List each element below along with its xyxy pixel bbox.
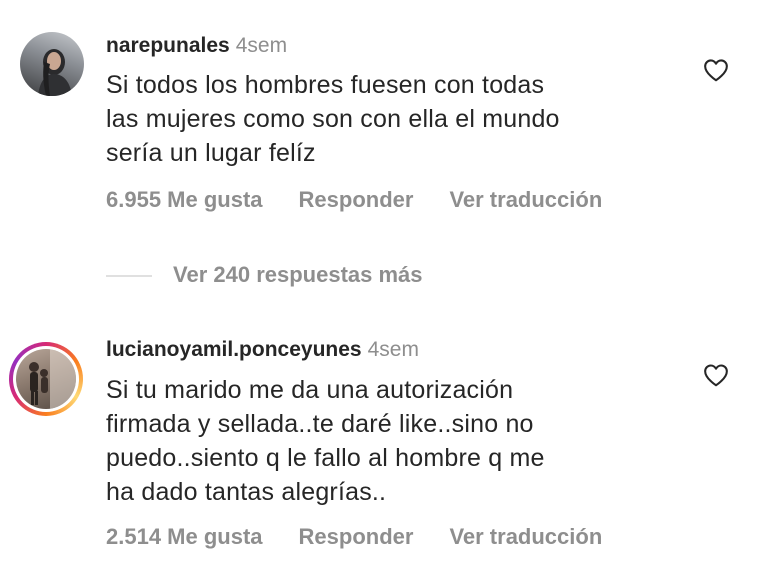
reply-button[interactable]: Responder [299, 524, 414, 550]
comment-actions: 2.514 Me gusta Responder Ver traducción [106, 524, 602, 550]
heart-outline-icon[interactable] [703, 58, 729, 82]
likes-count[interactable]: 6.955 Me gusta [106, 187, 263, 213]
comment-text-line: sería un lugar felíz [106, 139, 316, 167]
comment-text: Si todos los hombres fuesen con todas la… [106, 68, 666, 170]
comment-text-line: las mujeres como son con ella el mundo [106, 105, 560, 133]
comment-actions: 6.955 Me gusta Responder Ver traducción [106, 187, 602, 213]
translate-button[interactable]: Ver traducción [449, 187, 602, 213]
comment-header: narepunales 4sem [106, 34, 287, 58]
user-avatar-story-ring[interactable] [9, 342, 83, 416]
comment-text: Si tu marido me da una autorización firm… [106, 373, 666, 509]
comment-text-line: puedo..siento q le fallo al hombre q me [106, 444, 545, 472]
reply-button[interactable]: Responder [299, 187, 414, 213]
view-replies-label: Ver 240 respuestas más [173, 262, 423, 287]
comment-header: lucianoyamil.ponceyunes 4sem [106, 338, 419, 362]
replies-divider [106, 275, 152, 277]
avatar-photo [16, 349, 76, 409]
heart-outline-icon[interactable] [703, 363, 729, 387]
comment-text-line: Si tu marido me da una autorización [106, 376, 514, 404]
avatar-figures [29, 349, 76, 409]
likes-count[interactable]: 2.514 Me gusta [106, 524, 263, 550]
comment-text-line: Si todos los hombres fuesen con todas [106, 71, 545, 99]
comment-text-line: ha dado tantas alegrías.. [106, 478, 387, 506]
comment-time: 4sem [367, 338, 419, 361]
username-link[interactable]: narepunales [106, 34, 230, 57]
avatar-photo [38, 49, 72, 96]
user-avatar[interactable] [20, 32, 84, 96]
translate-button[interactable]: Ver traducción [449, 524, 602, 550]
comment-text-line: firmada y sellada..te daré like..sino no [106, 410, 534, 438]
username-link[interactable]: lucianoyamil.ponceyunes [106, 338, 362, 361]
comment-time: 4sem [235, 34, 288, 57]
